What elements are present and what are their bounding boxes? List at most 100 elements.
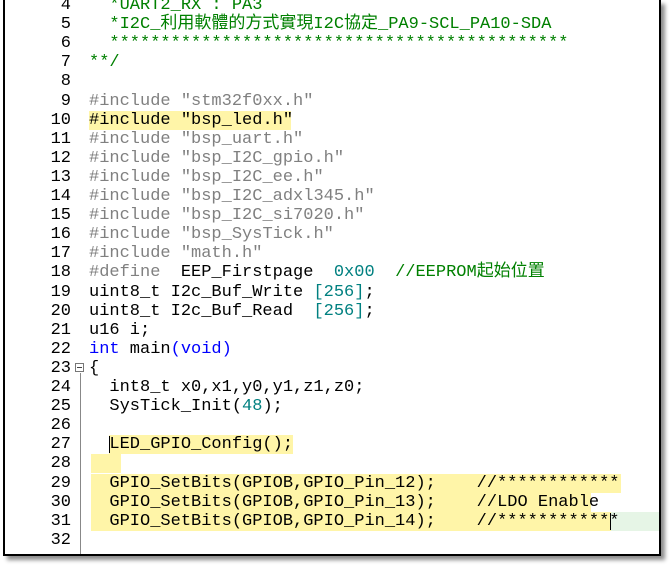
code-token: "bsp_uart.h" — [180, 129, 304, 149]
line-number: 27 — [50, 435, 71, 455]
code-text: #include "bsp_uart.h" — [89, 130, 303, 149]
line-number: 14 — [50, 187, 71, 206]
code-token: //************ — [476, 473, 620, 493]
line-number: 18 — [50, 263, 71, 283]
line-number: 32 — [50, 530, 71, 550]
code-line[interactable]: 6 **************************************… — [5, 34, 659, 53]
code-token: ; — [364, 282, 375, 302]
code-token: #include — [89, 167, 181, 187]
line-number: 5 — [60, 15, 71, 35]
code-text: #include "math.h" — [89, 244, 262, 263]
line-number: 31 — [50, 511, 71, 531]
line-number: 30 — [50, 492, 71, 512]
code-line[interactable]: 16 #include "bsp_SysTick.h" — [5, 225, 659, 244]
code-line[interactable]: 18 #define EEP_Firstpage 0x00 //EEPROM起始位… — [5, 263, 659, 282]
code-text: #include "bsp_I2C_adxl345.h" — [89, 187, 375, 206]
code-token: [256] — [313, 282, 365, 302]
line-number: 6 — [60, 34, 71, 54]
code-text: int main(void) — [89, 340, 232, 359]
code-text: #include "bsp_SysTick.h" — [89, 225, 334, 244]
code-token: (void) — [170, 339, 232, 359]
code-line[interactable]: 7 **/ — [5, 53, 659, 72]
code-line[interactable]: 30 GPIO_SetBits(GPIOB,GPIO_Pin_13); //LD… — [5, 492, 659, 512]
code-line[interactable]: 9 #include "stm32f0xx.h" — [5, 92, 659, 111]
code-token: //LDO Enable — [476, 492, 600, 512]
line-number: 20 — [50, 301, 71, 321]
code-token: GPIO_SetBits(GPIOB,GPIO_Pin_12); — [89, 473, 477, 493]
code-token: "bsp_I2C_ee.h" — [180, 167, 324, 187]
code-editor[interactable]: 4 *UART2_RX : PA3 5 *I2C_利用軟體的方式實現I2C協定_P… — [5, 0, 659, 554]
line-number: 26 — [50, 416, 71, 436]
code-token: u16 i; — [89, 320, 151, 340]
code-line[interactable]: 8 — [5, 72, 659, 91]
code-token: ); — [262, 397, 283, 417]
code-text: uint8_t I2c_Buf_Write [256]; — [89, 283, 375, 302]
line-number: 21 — [50, 320, 71, 340]
line-number: 24 — [50, 378, 71, 397]
line-number: 22 — [50, 339, 71, 359]
code-line[interactable]: 15 #include "bsp_I2C_si7020.h" — [5, 206, 659, 225]
line-number: 25 — [50, 397, 71, 417]
code-line[interactable]: 31 GPIO_SetBits(GPIOB,GPIO_Pin_14); //**… — [5, 511, 659, 531]
code-line[interactable]: 5 *I2C_利用軟體的方式實現I2C協定_PA9-SCL_PA10-SDA — [5, 15, 659, 34]
line-number: 16 — [50, 225, 71, 245]
line-number: 29 — [50, 473, 71, 493]
code-text: ****************************************… — [89, 34, 568, 53]
code-token: "bsp_I2C_si7020.h" — [180, 206, 365, 226]
code-token: #include — [89, 91, 181, 111]
code-token: #define — [89, 263, 181, 283]
code-text: #include "bsp_I2C_si7020.h" — [89, 206, 364, 225]
code-token: 48 — [242, 397, 263, 417]
code-line[interactable]: 23 { — [5, 359, 659, 378]
code-token: uint8_t I2c_Buf_Write — [89, 282, 314, 302]
code-line[interactable]: 21 u16 i; — [5, 321, 659, 340]
code-line[interactable]: 17 #include "math.h" — [5, 244, 659, 263]
code-text: LED_GPIO_Config(); — [89, 435, 293, 454]
code-token: ****************************************… — [89, 34, 569, 54]
fold-toggle-icon[interactable] — [75, 362, 84, 372]
code-token: ; — [364, 301, 375, 321]
code-line[interactable]: 26 — [5, 416, 659, 435]
code-token: main — [119, 339, 171, 359]
code-line[interactable]: 19 uint8_t I2c_Buf_Write [256]; — [5, 283, 659, 302]
code-token: *I2C_利用軟體的方式實現I2C協定_PA9-SCL_PA10-SDA — [89, 15, 552, 35]
code-token: "bsp_I2C_adxl345.h" — [180, 187, 375, 206]
code-line[interactable]: 28 — [5, 454, 659, 474]
code-line[interactable]: 13 #include "bsp_I2C_ee.h" — [5, 168, 659, 187]
code-line[interactable]: 11 #include "bsp_uart.h" — [5, 130, 659, 149]
line-number: 12 — [50, 148, 71, 168]
line-number: 17 — [50, 244, 71, 264]
code-token: "bsp_SysTick.h" — [180, 225, 334, 245]
code-line[interactable]: 10 #include "bsp_led.h" — [5, 110, 659, 130]
editor-window: 4 *UART2_RX : PA3 5 *I2C_利用軟體的方式實現I2C協定_P… — [3, 0, 661, 556]
code-text: #include "bsp_I2C_ee.h" — [89, 168, 324, 187]
line-number: 13 — [50, 167, 71, 187]
code-token: "bsp_led.h" — [180, 110, 294, 130]
code-line[interactable]: 22 int main(void) — [5, 340, 659, 359]
code-line[interactable]: 12 #include "bsp_I2C_gpio.h" — [5, 149, 659, 168]
code-token: #include — [89, 129, 181, 149]
code-token: #include — [89, 225, 181, 245]
code-line[interactable]: 24 int8_t x0,x1,y0,y1,z1,z0; — [5, 378, 659, 397]
code-text: int8_t x0,x1,y0,y1,z1,z0; — [89, 378, 364, 397]
line-number: 23 — [50, 358, 71, 378]
code-token: #include — [89, 110, 181, 130]
code-line[interactable]: 32 — [5, 531, 659, 550]
code-text: GPIO_SetBits(GPIOB,GPIO_Pin_12); //*****… — [89, 473, 620, 493]
code-token: [256] — [313, 301, 365, 321]
code-line[interactable]: 27 LED_GPIO_Config(); — [5, 435, 659, 455]
code-line[interactable]: 4 *UART2_RX : PA3 — [5, 0, 659, 15]
code-line[interactable]: 29 GPIO_SetBits(GPIOB,GPIO_Pin_12); //**… — [5, 473, 659, 493]
code-token: #include — [89, 206, 181, 226]
code-line[interactable]: 25 SysTick_Init(48); — [5, 397, 659, 416]
code-line[interactable]: 14 #include "bsp_I2C_adxl345.h" — [5, 187, 659, 206]
code-text: GPIO_SetBits(GPIOB,GPIO_Pin_13); //LDO E… — [89, 493, 599, 512]
selection-edge — [109, 436, 110, 454]
line-number: 11 — [50, 129, 71, 149]
code-line[interactable]: 20 uint8_t I2c_Buf_Read [256]; — [5, 302, 659, 321]
code-token: *UART2_RX : PA3 — [89, 0, 263, 15]
code-token: //************ — [476, 511, 620, 531]
code-text: **/ — [89, 53, 120, 72]
code-token: 0x00 — [333, 263, 375, 283]
